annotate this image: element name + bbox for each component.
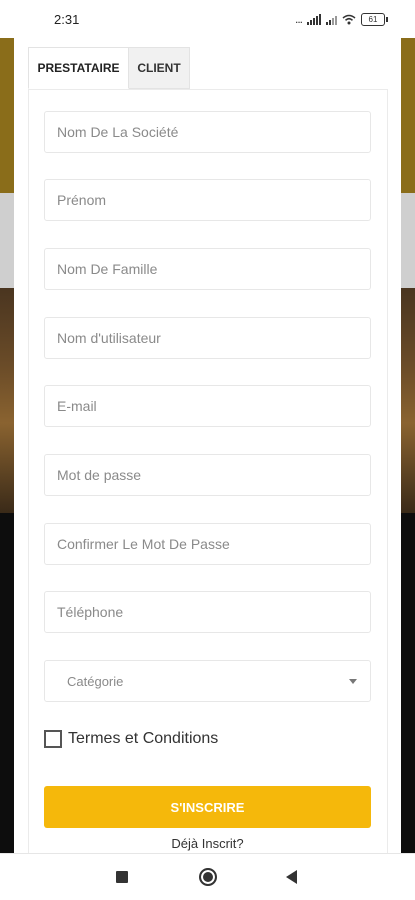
back-icon[interactable]: [286, 870, 297, 884]
chevron-down-icon: [349, 679, 357, 684]
wifi-icon: [342, 14, 356, 24]
battery-icon: 61: [361, 12, 388, 26]
first-name-field[interactable]: [44, 179, 371, 221]
tab-client[interactable]: CLIENT: [129, 47, 190, 89]
tab-prestataire[interactable]: PRESTATAIRE: [28, 47, 129, 89]
category-select-label: Catégorie: [67, 674, 124, 689]
recent-apps-icon[interactable]: [116, 871, 128, 883]
status-bar: 2:31 ... 61: [0, 0, 415, 38]
confirm-password-field[interactable]: [44, 523, 371, 565]
status-icons: ... 61: [294, 12, 388, 26]
signal-bars-icon: [307, 13, 321, 25]
status-time: 2:31: [54, 11, 80, 27]
last-name-field[interactable]: [44, 248, 371, 290]
already-registered-link[interactable]: Déjà Inscrit?: [14, 836, 401, 851]
home-icon[interactable]: [199, 868, 217, 886]
account-type-tabs: PRESTATAIRE CLIENT: [28, 47, 190, 89]
system-nav-bar: [0, 853, 415, 900]
registration-card: PRESTATAIRE CLIENT Catégorie Termes et C…: [14, 38, 401, 859]
signal-dots-icon: ...: [294, 12, 303, 26]
password-field[interactable]: [44, 454, 371, 496]
username-field[interactable]: [44, 317, 371, 359]
email-field[interactable]: [44, 385, 371, 427]
terms-row[interactable]: Termes et Conditions: [44, 730, 218, 748]
signal-bars-icon: [326, 14, 337, 25]
category-select[interactable]: Catégorie: [44, 660, 371, 702]
phone-field[interactable]: [44, 591, 371, 633]
terms-checkbox[interactable]: [44, 730, 62, 748]
register-button[interactable]: S'INSCRIRE: [44, 786, 371, 828]
terms-label: Termes et Conditions: [68, 730, 219, 747]
company-name-field[interactable]: [44, 111, 371, 153]
